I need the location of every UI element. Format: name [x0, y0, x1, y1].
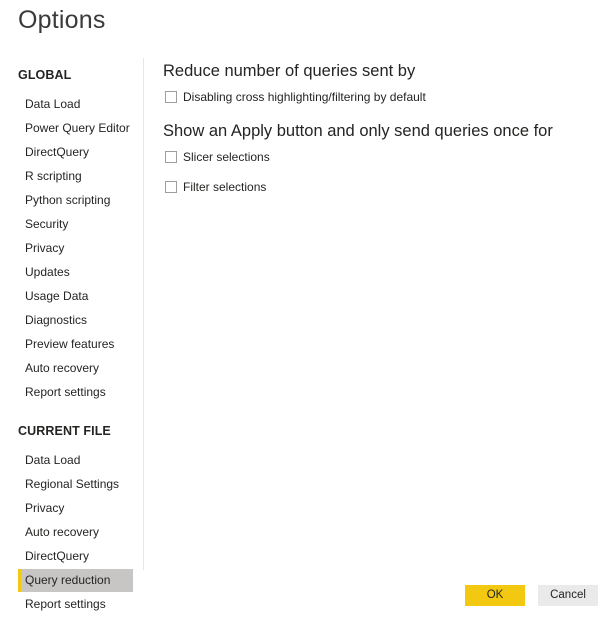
sidebar-item-file-auto-recovery[interactable]: Auto recovery [18, 521, 133, 544]
dialog-title: Options [18, 6, 106, 34]
cancel-button[interactable]: Cancel [538, 585, 598, 606]
section-heading-global: GLOBAL [18, 68, 72, 82]
sidebar-item-file-query-reduction[interactable]: Query reduction [18, 569, 133, 592]
sidebar-item-global-usage-data[interactable]: Usage Data [18, 285, 133, 308]
option-label: Filter selections [183, 180, 267, 194]
checkbox-filter-selections[interactable] [165, 181, 177, 193]
option-label: Disabling cross highlighting/filtering b… [183, 90, 426, 104]
option-filter-selections[interactable]: Filter selections [165, 180, 266, 194]
sidebar-item-global-python-scripting[interactable]: Python scripting [18, 189, 133, 212]
group-heading-apply-button: Show an Apply button and only send queri… [163, 122, 553, 140]
group-heading-reduce-queries: Reduce number of queries sent by [163, 62, 416, 80]
sidebar-item-global-privacy[interactable]: Privacy [18, 237, 133, 260]
sidebar-item-global-diagnostics[interactable]: Diagnostics [18, 309, 133, 332]
section-heading-current-file: CURRENT FILE [18, 424, 111, 438]
sidebar-item-file-privacy[interactable]: Privacy [18, 497, 133, 520]
sidebar-item-global-security[interactable]: Security [18, 213, 133, 236]
sidebar-item-global-r-scripting[interactable]: R scripting [18, 165, 133, 188]
sidebar-item-global-updates[interactable]: Updates [18, 261, 133, 284]
sidebar-divider [143, 58, 144, 570]
sidebar-item-global-directquery[interactable]: DirectQuery [18, 141, 133, 164]
sidebar-item-file-data-load[interactable]: Data Load [18, 449, 133, 472]
sidebar-item-global-report-settings[interactable]: Report settings [18, 381, 133, 404]
sidebar-item-global-data-load[interactable]: Data Load [18, 93, 133, 116]
option-label: Slicer selections [183, 150, 270, 164]
sidebar-item-file-regional-settings[interactable]: Regional Settings [18, 473, 133, 496]
checkbox-disable-cross-highlighting[interactable] [165, 91, 177, 103]
sidebar-item-global-preview-features[interactable]: Preview features [18, 333, 133, 356]
sidebar-item-global-auto-recovery[interactable]: Auto recovery [18, 357, 133, 380]
option-disable-cross-highlighting[interactable]: Disabling cross highlighting/filtering b… [165, 90, 426, 104]
sidebar-item-file-directquery[interactable]: DirectQuery [18, 545, 133, 568]
checkbox-slicer-selections[interactable] [165, 151, 177, 163]
sidebar-item-global-power-query-editor[interactable]: Power Query Editor [18, 117, 133, 140]
ok-button[interactable]: OK [465, 585, 525, 606]
option-slicer-selections[interactable]: Slicer selections [165, 150, 270, 164]
sidebar-item-file-report-settings[interactable]: Report settings [18, 593, 133, 616]
